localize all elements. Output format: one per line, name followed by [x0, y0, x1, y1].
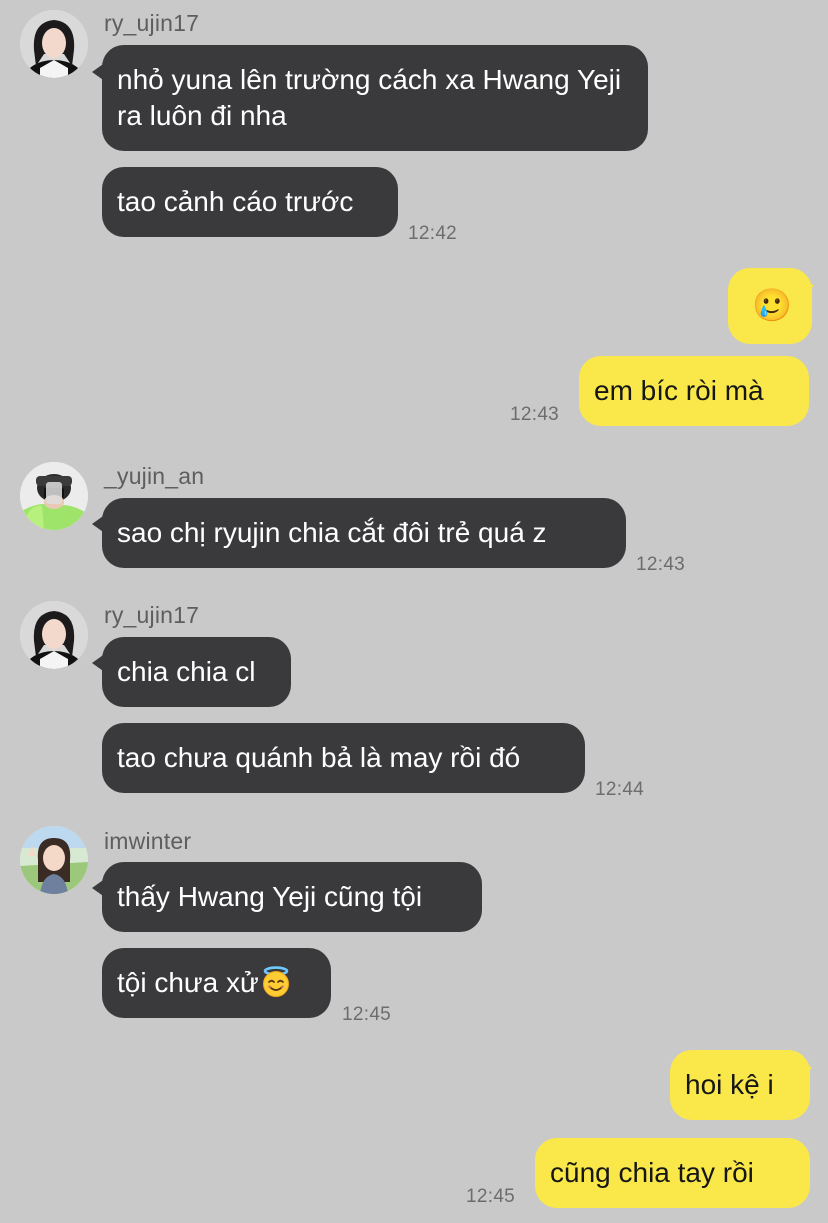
timestamp: 12:44	[595, 779, 645, 800]
message-text: chia chia cl	[117, 656, 256, 687]
avatar-ry-ujin17[interactable]	[20, 10, 88, 78]
message-bubble[interactable]: hoi kệ i	[670, 1050, 810, 1120]
message-bubble[interactable]: tội chưa xử	[102, 948, 331, 1018]
avatar-imwinter[interactable]	[20, 826, 88, 894]
message-text: tao chưa quánh bả là may rồi đó	[117, 742, 521, 773]
message-text: tội chưa xử	[117, 967, 259, 998]
message-text: thấy Hwang Yeji cũng tội	[117, 881, 423, 912]
message-bubble[interactable]: tao chưa quánh bả là may rồi đó	[102, 723, 585, 793]
sender-name: _yujin_an	[104, 463, 205, 489]
message-bubble[interactable]: cũng chia tay rồi	[535, 1138, 810, 1208]
message-bubble[interactable]: nhỏ yuna lên trường cách xa Hwang Yeji r…	[102, 45, 648, 151]
sender-name: imwinter	[104, 828, 192, 854]
timestamp: 12:43	[510, 404, 560, 425]
timestamp: 12:45	[342, 1004, 392, 1025]
avatar-yujin-an[interactable]	[20, 462, 88, 530]
message-text: sao chị ryujin chia cắt đôi trẻ quá z	[117, 517, 547, 548]
message-bubble[interactable]: sao chị ryujin chia cắt đôi trẻ quá z	[102, 498, 626, 568]
timestamp: 12:45	[466, 1186, 516, 1207]
smiling-face-with-halo-emoji	[262, 966, 289, 997]
message-text: hoi kệ i	[685, 1069, 774, 1100]
message-text: cũng chia tay rồi	[550, 1157, 754, 1188]
sender-name: ry_ujin17	[104, 10, 200, 36]
message-bubble[interactable]: em bíc ròi mà	[579, 356, 809, 426]
timestamp: 12:42	[408, 223, 458, 244]
message-text: tao cảnh cáo trước	[117, 186, 354, 217]
message-bubble[interactable]: chia chia cl	[102, 637, 291, 707]
message-bubble[interactable]: thấy Hwang Yeji cũng tội	[102, 862, 482, 932]
message-text: nhỏ yuna lên trường cách xa Hwang Yeji r…	[117, 64, 622, 131]
message-bubble[interactable]: tao cảnh cáo trước	[102, 167, 398, 237]
timestamp: 12:43	[636, 554, 686, 575]
sender-name: ry_ujin17	[104, 602, 200, 628]
message-bubble[interactable]: 🥲	[728, 268, 812, 344]
message-text: 🥲	[752, 287, 792, 323]
avatar-ry-ujin17[interactable]	[20, 601, 88, 669]
message-text: em bíc ròi mà	[594, 375, 764, 406]
